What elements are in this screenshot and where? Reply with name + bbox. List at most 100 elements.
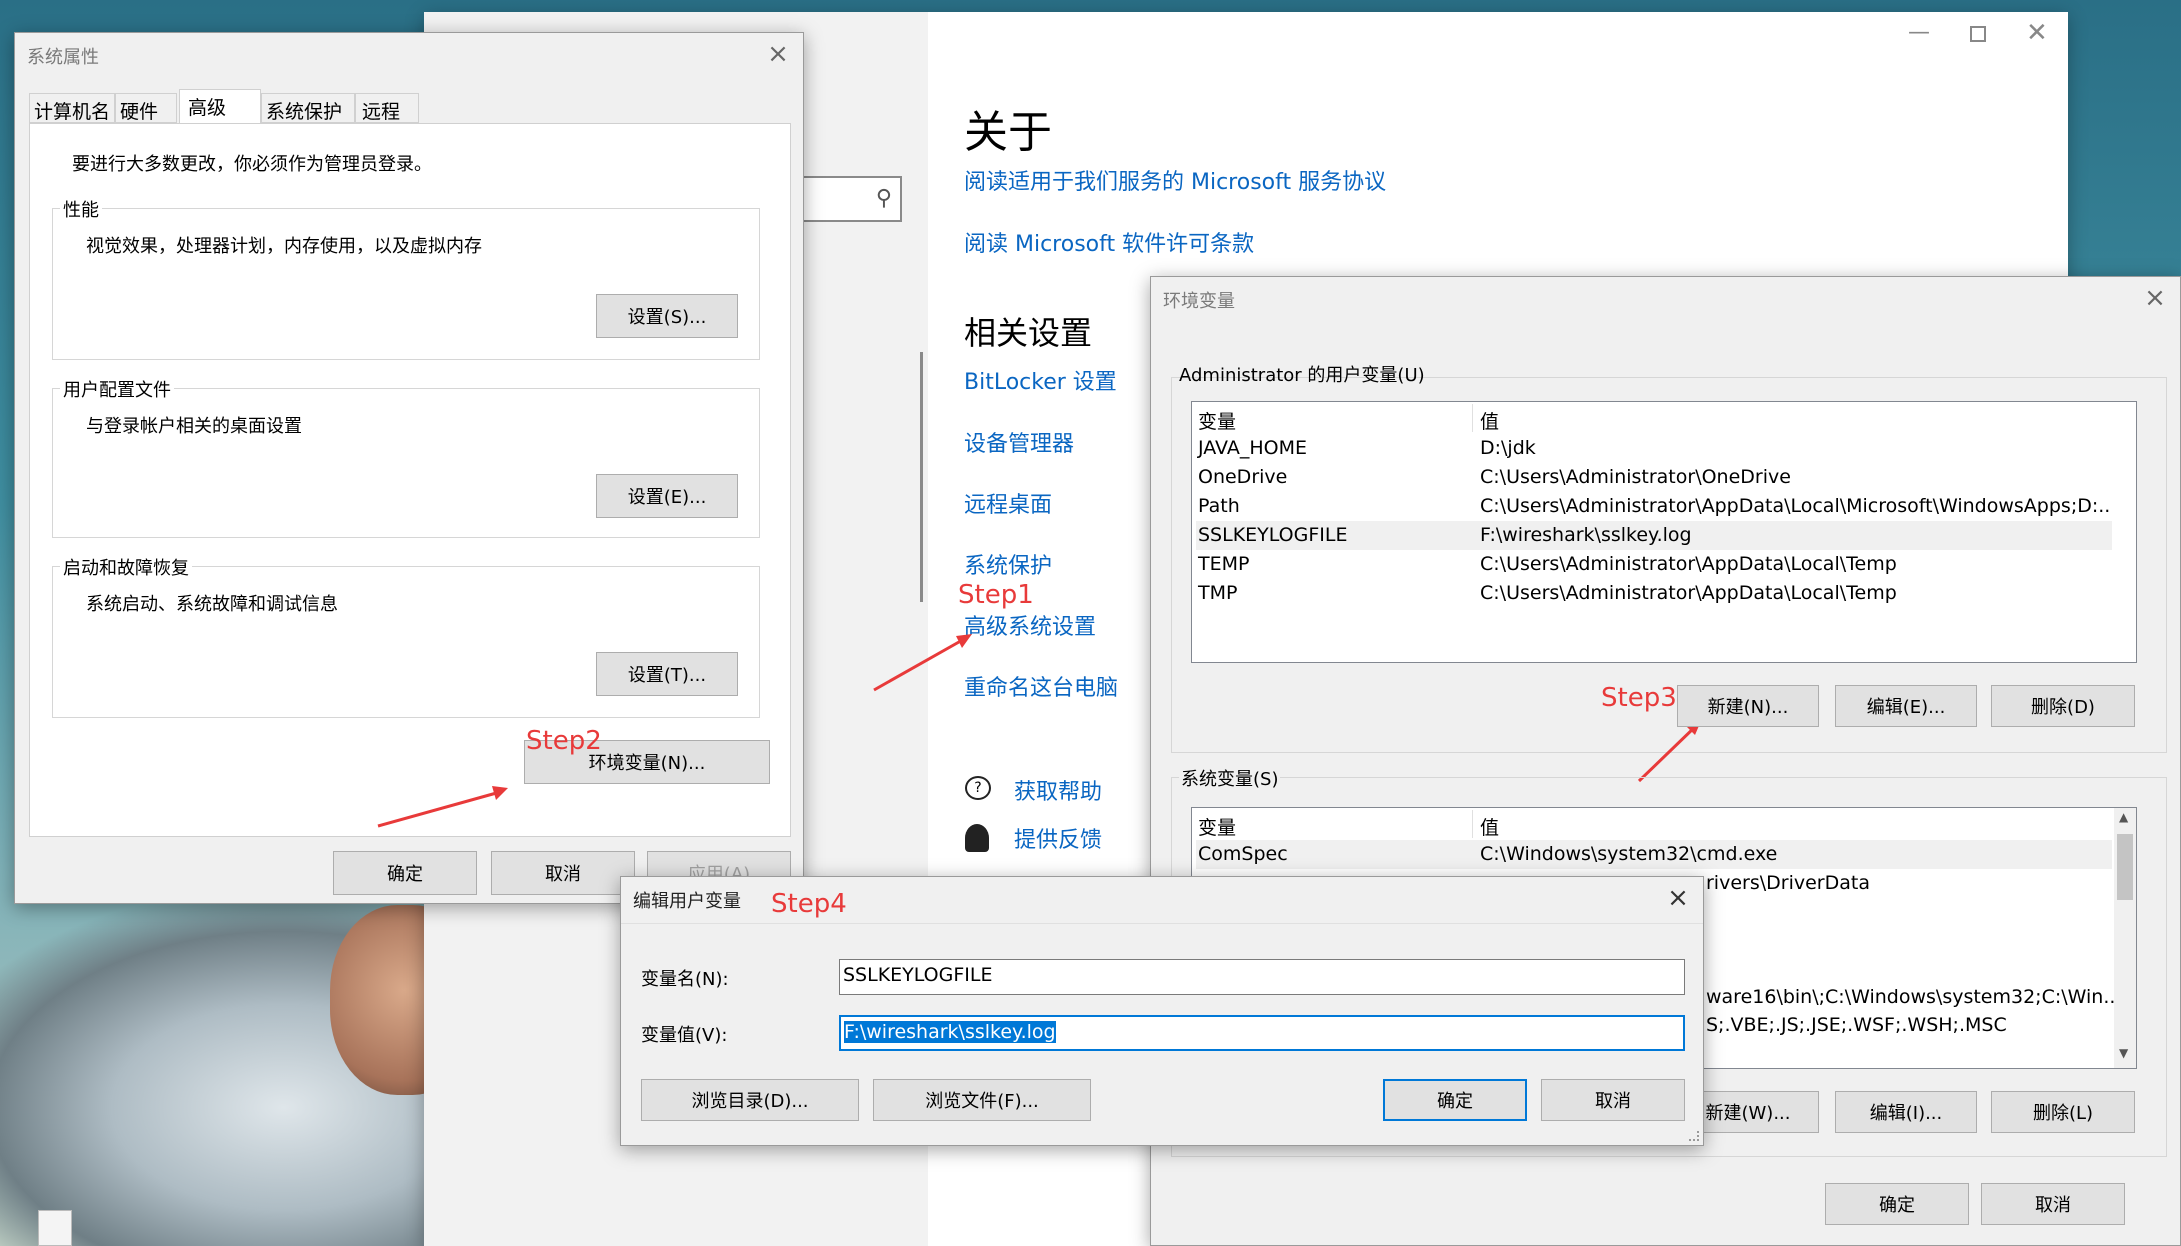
variable-value: C:\Windows\system32\cmd.exe bbox=[1480, 843, 1778, 865]
user-edit-button[interactable]: 编辑(E)... bbox=[1835, 685, 1977, 727]
cancel-button[interactable]: 取消 bbox=[1541, 1079, 1685, 1121]
scrollbar[interactable]: ▲ ▼ bbox=[2114, 808, 2136, 1068]
variable-value-input[interactable]: F:\wireshark\sslkey.log bbox=[839, 1015, 1685, 1051]
admin-notice: 要进行大多数更改，你必须作为管理员登录。 bbox=[72, 154, 432, 175]
variable-value: rivers\DriverData bbox=[1706, 872, 1870, 894]
variable-value: F:\wireshark\sslkey.log bbox=[1480, 524, 1692, 546]
variable-value: D:\jdk bbox=[1480, 437, 1536, 459]
scrollbar-thumb[interactable] bbox=[2117, 834, 2133, 900]
variable-value: C:\Users\Administrator\OneDrive bbox=[1480, 466, 1791, 488]
user-new-button[interactable]: 新建(N)... bbox=[1677, 685, 1819, 727]
startup-recovery-label: 启动和故障恢复 bbox=[60, 554, 192, 580]
user-delete-button[interactable]: 删除(D) bbox=[1991, 685, 2135, 727]
settings-search-box[interactable]: ⚲ bbox=[794, 176, 902, 222]
license-terms-link[interactable]: 阅读 Microsoft 软件许可条款 bbox=[964, 226, 1254, 258]
close-icon[interactable]: × bbox=[1663, 883, 1693, 913]
system-edit-button[interactable]: 编辑(I)... bbox=[1835, 1091, 1977, 1133]
feedback-icon bbox=[965, 824, 989, 852]
table-row[interactable]: ComSpec C:\Windows\system32\cmd.exe bbox=[1196, 840, 2112, 869]
ok-button[interactable]: 确定 bbox=[1383, 1079, 1527, 1121]
user-variables-label: Administrator 的用户变量(U) bbox=[1179, 365, 1425, 386]
table-row[interactable]: JAVA_HOME D:\jdk bbox=[1196, 434, 2112, 463]
performance-desc: 视觉效果，处理器计划，内存使用，以及虚拟内存 bbox=[86, 236, 482, 257]
remote-desktop-link[interactable]: 远程桌面 bbox=[964, 487, 1052, 519]
variable-name: JAVA_HOME bbox=[1198, 437, 1307, 459]
edit-dialog-title: 编辑用户变量 bbox=[633, 891, 741, 912]
column-header-value[interactable]: 值 bbox=[1480, 813, 1499, 840]
variable-name: TEMP bbox=[1198, 553, 1250, 575]
resize-grip-icon[interactable] bbox=[1689, 1131, 1699, 1141]
browse-file-button[interactable]: 浏览文件(F)... bbox=[873, 1079, 1091, 1121]
column-header-value[interactable]: 值 bbox=[1480, 407, 1499, 434]
device-manager-link[interactable]: 设备管理器 bbox=[964, 426, 1074, 458]
step3-annotation: Step3 bbox=[1601, 683, 1677, 713]
variable-name: OneDrive bbox=[1198, 466, 1288, 488]
step1-annotation: Step1 bbox=[958, 580, 1034, 610]
startup-recovery-settings-button[interactable]: 设置(T)... bbox=[596, 652, 738, 696]
system-properties-window: 系统属性 × 计算机名 硬件 高级 系统保护 远程 要进行大多数更改，你必须作为… bbox=[14, 32, 804, 904]
step1-arrow bbox=[873, 634, 972, 692]
environment-variables-title: 环境变量 bbox=[1163, 291, 1235, 312]
cancel-button[interactable]: 取消 bbox=[1981, 1183, 2125, 1225]
cancel-button[interactable]: 取消 bbox=[491, 851, 635, 895]
maximize-icon[interactable] bbox=[1970, 26, 1986, 42]
performance-settings-button[interactable]: 设置(S)... bbox=[596, 294, 738, 338]
user-variables-list[interactable]: 变量 值 JAVA_HOME D:\jdk OneDrive C:\Users\Adm… bbox=[1191, 401, 2137, 663]
table-row[interactable]: SSLKEYLOGFILE F:\wireshark\sslkey.log bbox=[1196, 521, 2112, 550]
startup-recovery-desc: 系统启动、系统故障和调试信息 bbox=[86, 594, 338, 615]
minimize-icon[interactable]: — bbox=[1908, 20, 1930, 45]
user-profiles-settings-button[interactable]: 设置(E)... bbox=[596, 474, 738, 518]
variable-name: SSLKEYLOGFILE bbox=[1198, 524, 1348, 546]
step4-annotation: Step4 bbox=[771, 889, 847, 919]
close-icon[interactable]: × bbox=[2140, 283, 2170, 313]
get-help-link[interactable]: 获取帮助 bbox=[1014, 774, 1102, 806]
rename-pc-link[interactable]: 重命名这台电脑 bbox=[964, 670, 1118, 702]
chevron-up-icon[interactable]: ▲ bbox=[2119, 810, 2128, 824]
variable-value: C:\Users\Administrator\AppData\Local\Tem… bbox=[1480, 553, 1897, 575]
tab-system-protection[interactable]: 系统保护 bbox=[261, 93, 355, 123]
chevron-down-icon[interactable]: ▼ bbox=[2119, 1046, 2128, 1060]
variable-value-label: 变量值(V): bbox=[641, 1025, 728, 1046]
edit-user-variable-dialog: 编辑用户变量 Step4 × 变量名(N): SSLKEYLOGFILE 变量值… bbox=[620, 876, 1704, 1146]
table-row[interactable]: TMP C:\Users\Administrator\AppData\Local\… bbox=[1196, 579, 2112, 608]
variable-name-input[interactable]: SSLKEYLOGFILE bbox=[839, 959, 1685, 995]
browse-directory-button[interactable]: 浏览目录(D)... bbox=[641, 1079, 859, 1121]
bitlocker-link[interactable]: BitLocker 设置 bbox=[964, 364, 1117, 396]
variable-name: ComSpec bbox=[1198, 843, 1288, 865]
variable-value: S;.VBE;.JS;.JSE;.WSF;.WSH;.MSC bbox=[1706, 1014, 2007, 1036]
settings-scrollbar[interactable] bbox=[920, 352, 923, 602]
system-protection-link[interactable]: 系统保护 bbox=[964, 548, 1052, 580]
variable-name-label: 变量名(N): bbox=[641, 969, 729, 990]
advanced-system-settings-link[interactable]: 高级系统设置 bbox=[964, 609, 1096, 641]
about-heading: 关于 bbox=[964, 107, 1052, 158]
close-icon[interactable]: ✕ bbox=[2026, 18, 2048, 48]
column-header-variable[interactable]: 变量 bbox=[1198, 407, 1236, 434]
column-divider bbox=[1472, 810, 1473, 838]
help-icon: ? bbox=[965, 776, 991, 800]
tab-bar: 计算机名 硬件 高级 系统保护 远程 bbox=[29, 89, 419, 125]
table-row[interactable]: Path C:\Users\Administrator\AppData\Local… bbox=[1196, 492, 2112, 521]
table-row[interactable]: TEMP C:\Users\Administrator\AppData\Local… bbox=[1196, 550, 2112, 579]
column-header-variable[interactable]: 变量 bbox=[1198, 813, 1236, 840]
variable-value: C:\Users\Administrator\AppData\Local\Mic… bbox=[1480, 495, 2112, 517]
system-delete-button[interactable]: 删除(L) bbox=[1991, 1091, 2135, 1133]
ok-button[interactable]: 确定 bbox=[1825, 1183, 1969, 1225]
tab-remote[interactable]: 远程 bbox=[355, 93, 419, 123]
tab-computer-name[interactable]: 计算机名 bbox=[29, 93, 115, 123]
variable-value: C:\Users\Administrator\AppData\Local\Tem… bbox=[1480, 582, 1897, 604]
ok-button[interactable]: 确定 bbox=[333, 851, 477, 895]
tab-advanced[interactable]: 高级 bbox=[179, 89, 261, 125]
search-icon: ⚲ bbox=[875, 186, 892, 211]
variable-value: ware16\bin\;C:\Windows\system32;C:\Win..… bbox=[1706, 986, 2122, 1008]
tab-hardware[interactable]: 硬件 bbox=[115, 93, 177, 123]
service-agreement-link[interactable]: 阅读适用于我们服务的 Microsoft 服务协议 bbox=[964, 164, 1386, 196]
feedback-link[interactable]: 提供反馈 bbox=[1014, 822, 1102, 854]
variable-name: TMP bbox=[1198, 582, 1238, 604]
desktop-file-icon[interactable] bbox=[38, 1210, 72, 1246]
variable-name: Path bbox=[1198, 495, 1240, 517]
step2-arrow bbox=[377, 786, 508, 828]
user-profiles-desc: 与登录帐户相关的桌面设置 bbox=[86, 416, 302, 437]
close-icon[interactable]: × bbox=[763, 39, 793, 69]
table-row[interactable]: OneDrive C:\Users\Administrator\OneDrive bbox=[1196, 463, 2112, 492]
system-variables-label: 系统变量(S) bbox=[1179, 765, 1281, 791]
